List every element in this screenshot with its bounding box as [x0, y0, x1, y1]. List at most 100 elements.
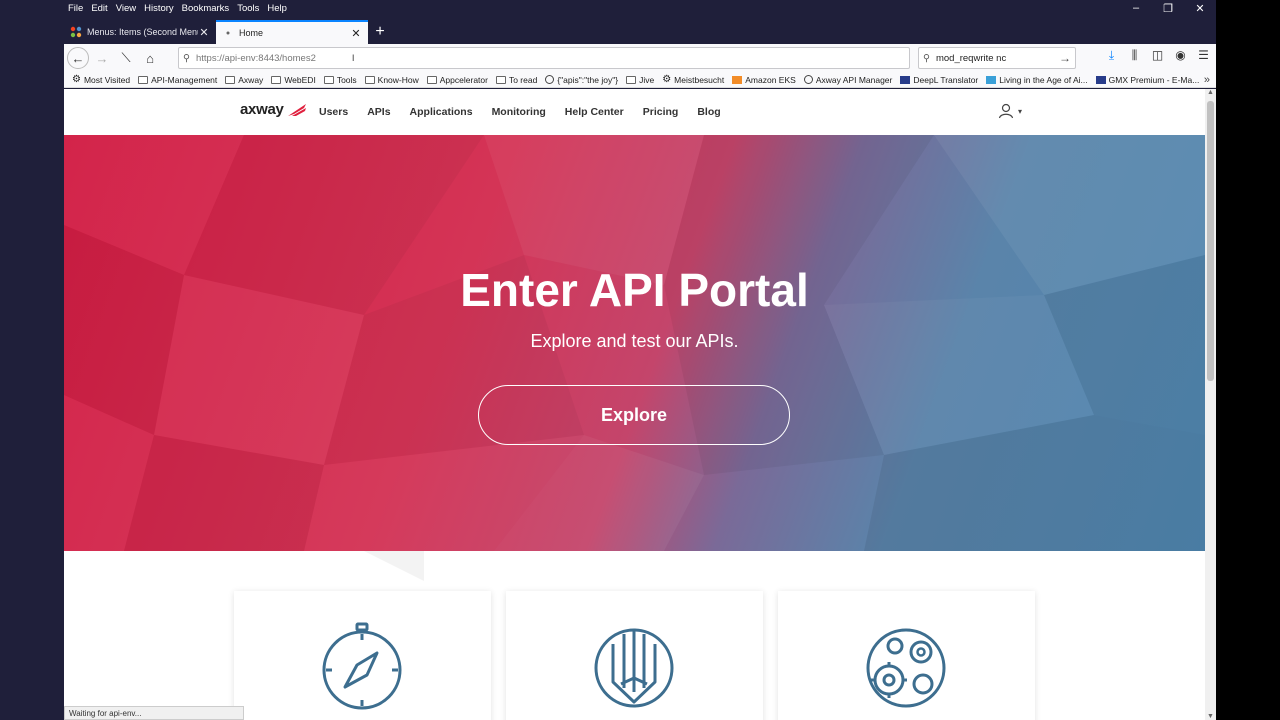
- bookmark-item[interactable]: To read: [495, 74, 538, 85]
- search-input[interactable]: mod_reqwrite nc: [936, 53, 1006, 64]
- bookmark-item[interactable]: GMX Premium - E-Ma...: [1095, 74, 1200, 85]
- page-viewport: axway Users APIs Applications Monitoring…: [64, 89, 1205, 720]
- folder-icon: [225, 75, 236, 84]
- bookmark-label: To read: [508, 74, 538, 85]
- bookmark-label: GMX Premium - E-Ma...: [1108, 74, 1200, 85]
- account-icon[interactable]: ◉: [1169, 48, 1192, 63]
- hamburger-menu-icon[interactable]: ☰: [1192, 48, 1215, 63]
- close-icon[interactable]: ✕: [198, 26, 210, 39]
- menu-history[interactable]: History: [144, 3, 174, 14]
- search-bar[interactable]: ⚲ mod_reqwrite nc →: [918, 47, 1076, 69]
- tab-label: Home: [239, 28, 264, 38]
- gear-icon: ⚙: [662, 74, 672, 85]
- go-arrow-icon[interactable]: →: [1059, 51, 1071, 65]
- nav-toolbar: ← → ⟍ ⌂ ⚲ https://api-env:8443/homes2 I …: [64, 44, 1216, 72]
- joomla-icon: [70, 26, 82, 38]
- search-icon: ⚲: [183, 52, 190, 64]
- user-menu[interactable]: ▾: [998, 103, 1022, 119]
- pencil-shield-icon: [594, 628, 674, 708]
- new-tab-button[interactable]: +: [368, 20, 392, 44]
- sidebar-icon[interactable]: ◫: [1146, 48, 1169, 63]
- tab-label: Menus: Items (Second Menu): [87, 27, 198, 37]
- close-window-button[interactable]: ✕: [1184, 2, 1216, 15]
- bookmark-label: Know-How: [377, 74, 419, 85]
- back-button[interactable]: ←: [67, 47, 89, 69]
- menu-help[interactable]: Help: [267, 3, 287, 14]
- bookmark-item[interactable]: Tools: [323, 74, 357, 85]
- bookmark-label: Most Visited: [83, 74, 131, 85]
- compass-icon: [322, 622, 402, 710]
- nav-monitoring[interactable]: Monitoring: [492, 106, 546, 118]
- url-bar[interactable]: ⚲ https://api-env:8443/homes2 I: [178, 47, 910, 69]
- stop-loading-button[interactable]: ⟍: [115, 47, 137, 69]
- tab-home[interactable]: Home ✕: [216, 20, 368, 44]
- restore-button[interactable]: ❐: [1152, 2, 1184, 15]
- bookmark-label: WebEDI: [284, 74, 316, 85]
- bookmark-label: Axway API Manager: [815, 74, 893, 85]
- bookmark-item[interactable]: Axway: [225, 75, 263, 85]
- close-icon[interactable]: ✕: [350, 27, 362, 40]
- scroll-down-icon[interactable]: ▼: [1205, 713, 1216, 720]
- menu-file[interactable]: File: [68, 3, 83, 14]
- bookmark-item[interactable]: API-Management: [138, 75, 217, 85]
- nav-pricing[interactable]: Pricing: [643, 106, 679, 118]
- explore-button[interactable]: Explore: [478, 385, 790, 445]
- bookmark-item[interactable]: Jive: [626, 75, 654, 85]
- gears-globe-icon: [866, 628, 946, 708]
- bookmark-item[interactable]: DeepL Translator: [900, 75, 978, 85]
- bookmark-label: {"apis":"the joy"}: [557, 74, 619, 85]
- hero-subtitle: Explore and test our APIs.: [530, 331, 739, 351]
- menu-bookmarks[interactable]: Bookmarks: [182, 3, 230, 14]
- bookmark-item[interactable]: WebEDI: [271, 75, 316, 85]
- scroll-up-icon[interactable]: ▲: [1205, 89, 1216, 96]
- page-scrollbar[interactable]: ▲ ▼: [1205, 89, 1216, 720]
- folder-icon: [495, 75, 506, 84]
- nav-blog[interactable]: Blog: [697, 106, 720, 118]
- bookmark-label: Tools: [336, 74, 357, 85]
- nav-applications[interactable]: Applications: [410, 106, 473, 118]
- axway-logo[interactable]: axway: [240, 101, 308, 118]
- bookmark-label: Appcelerator: [439, 74, 488, 85]
- feature-card-build[interactable]: [506, 591, 763, 720]
- nav-apis[interactable]: APIs: [367, 106, 390, 118]
- forward-button[interactable]: →: [91, 47, 113, 69]
- site-header: axway Users APIs Applications Monitoring…: [64, 89, 1205, 135]
- download-icon[interactable]: ⤓: [1100, 48, 1123, 63]
- chevron-double-right-icon[interactable]: »: [1204, 74, 1210, 86]
- bookmark-item[interactable]: Living in the Age of Ai...: [986, 75, 1088, 85]
- bookmark-item[interactable]: Appcelerator: [426, 74, 488, 85]
- bookmark-label: Amazon EKS: [745, 74, 796, 85]
- decorative-shape: [364, 551, 424, 581]
- bookmark-item[interactable]: ⚙ Most Visited: [72, 74, 130, 85]
- user-icon: [998, 103, 1014, 119]
- home-button[interactable]: ⌂: [139, 47, 161, 69]
- hero-title: Enter API Portal: [460, 264, 809, 316]
- nav-users[interactable]: Users: [319, 106, 348, 118]
- folder-icon: [626, 75, 637, 84]
- bookmark-label: API-Management: [151, 74, 218, 85]
- folder-icon: [271, 75, 282, 84]
- bookmark-item[interactable]: {"apis":"the joy"}: [545, 75, 618, 85]
- hero-banner: Enter API Portal Explore and test our AP…: [64, 135, 1205, 551]
- status-bar: Waiting for api-env...: [64, 706, 244, 720]
- bookmark-item[interactable]: Axway API Manager: [803, 74, 893, 85]
- feature-card-explore[interactable]: [234, 591, 491, 720]
- bookmarks-toolbar: ⚙ Most Visited API-Management Axway WebEDI To…: [64, 72, 1216, 88]
- folder-icon: [323, 75, 334, 84]
- bookmark-item[interactable]: ⚙ Meistbesucht: [662, 74, 724, 85]
- tab-strip: Menus: Items (Second Menu) ✕ Home ✕ +: [64, 20, 392, 44]
- minimize-button[interactable]: –: [1120, 2, 1152, 15]
- menu-tools[interactable]: Tools: [237, 3, 259, 14]
- menu-bar: File Edit View History Bookmarks Tools H…: [0, 0, 1216, 16]
- scroll-thumb[interactable]: [1207, 101, 1214, 381]
- aws-icon: [732, 75, 743, 84]
- menu-view[interactable]: View: [116, 3, 136, 14]
- feature-card-integrate[interactable]: [778, 591, 1035, 720]
- library-icon[interactable]: ⫼: [1123, 48, 1146, 63]
- menu-edit[interactable]: Edit: [91, 3, 107, 14]
- bookmark-label: Meistbesucht: [674, 74, 725, 85]
- tab-menus-items[interactable]: Menus: Items (Second Menu) ✕: [64, 20, 216, 44]
- bookmark-item[interactable]: Amazon EKS: [732, 75, 796, 85]
- bookmark-item[interactable]: Know-How: [364, 74, 419, 85]
- nav-help-center[interactable]: Help Center: [565, 106, 624, 118]
